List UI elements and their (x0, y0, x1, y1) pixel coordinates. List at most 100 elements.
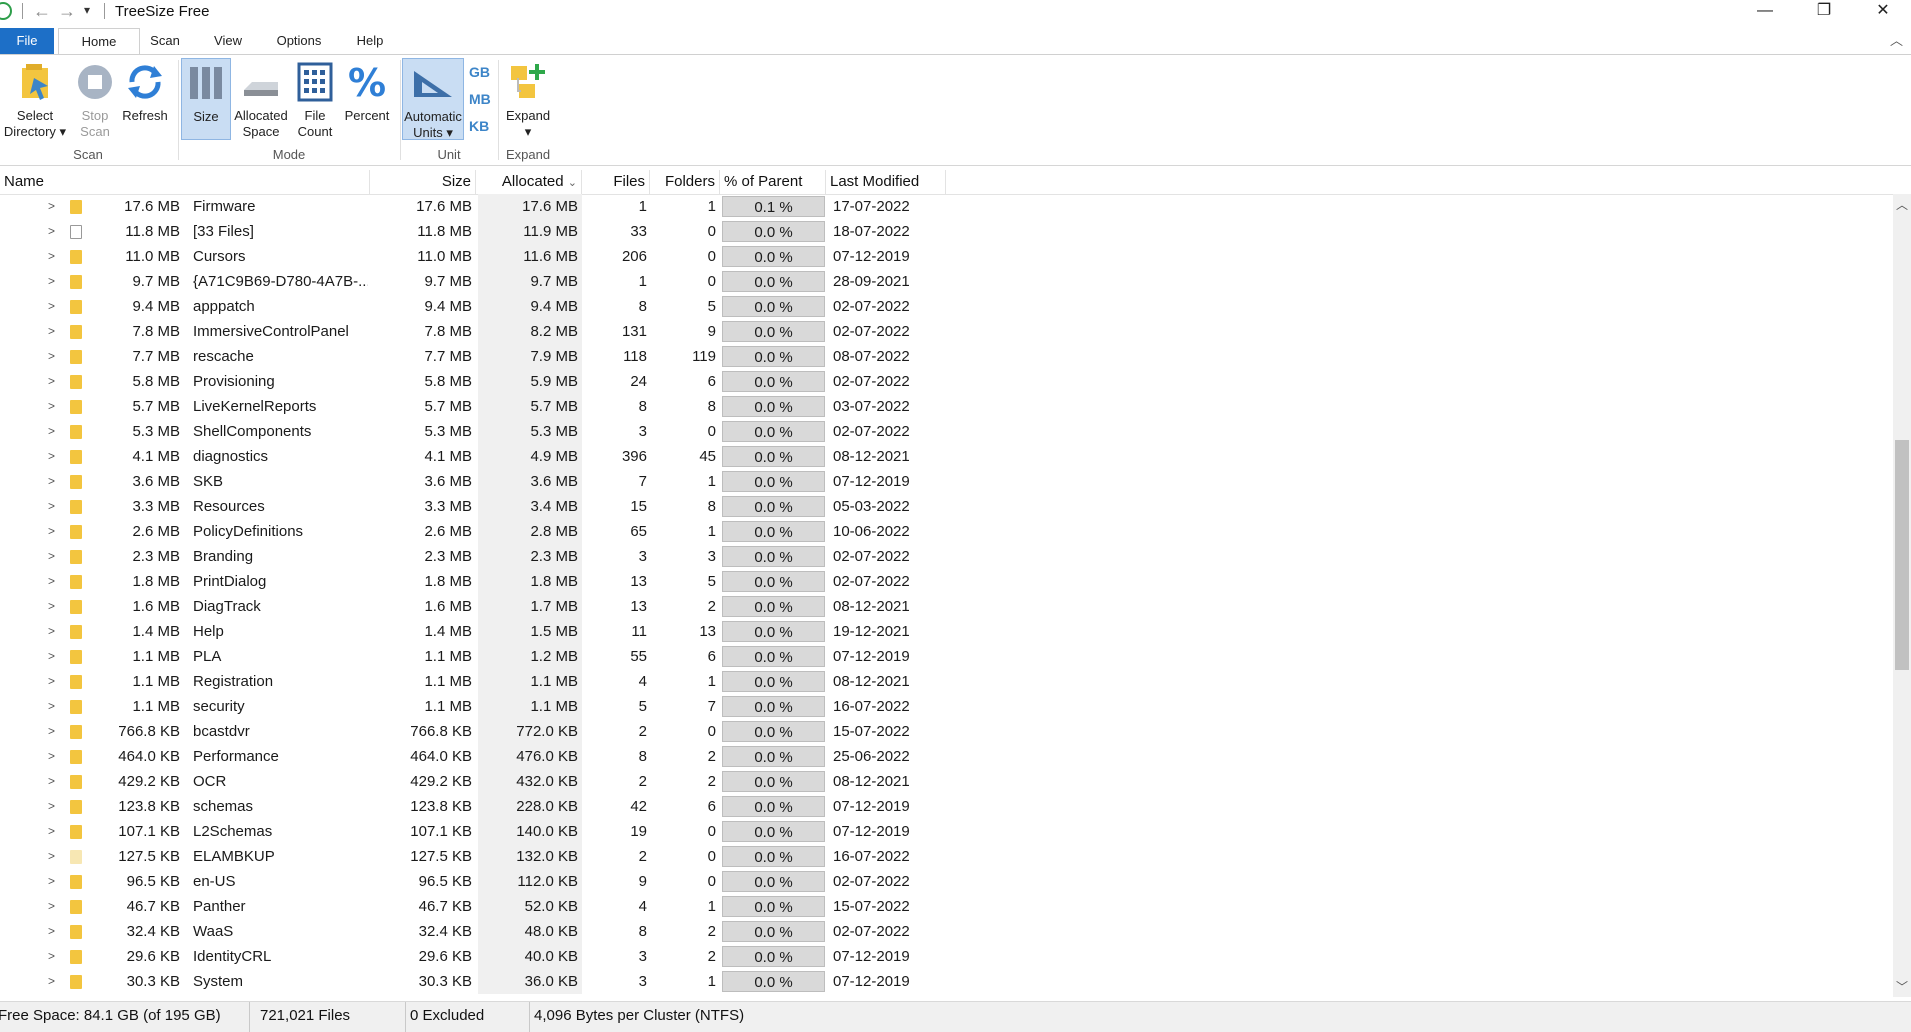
table-row[interactable]: >1.1 MB PLA 1.1 MB 1.2 MB 55 6 0.0 % 07-12-2019 (0, 644, 1890, 669)
column-header-files[interactable]: Files (582, 170, 650, 194)
expand-chevron-icon[interactable]: > (48, 419, 62, 444)
vertical-scrollbar[interactable]: ︿ ﹀ (1893, 194, 1911, 997)
table-row[interactable]: >5.8 MB Provisioning 5.8 MB 5.9 MB 24 6 0.0 % 0… (0, 369, 1890, 394)
table-row[interactable]: >3.6 MB SKB 3.6 MB 3.6 MB 7 1 0.0 % 07-12-2019 (0, 469, 1890, 494)
table-row[interactable]: >5.7 MB LiveKernelReports 5.7 MB 5.7 MB 8 8 0.… (0, 394, 1890, 419)
table-row[interactable]: >2.6 MB PolicyDefinitions 2.6 MB 2.8 MB 65 1 0… (0, 519, 1890, 544)
minimize-button[interactable]: — (1742, 0, 1788, 24)
menu-help[interactable]: Help (348, 28, 392, 54)
menu-options[interactable]: Options (268, 28, 330, 54)
table-row[interactable]: >3.3 MB Resources 3.3 MB 3.4 MB 15 8 0.0 % 05-0… (0, 494, 1890, 519)
table-row[interactable]: >9.4 MB apppatch 9.4 MB 9.4 MB 8 5 0.0 % 02-07-… (0, 294, 1890, 319)
table-row[interactable]: >107.1 KB L2Schemas 107.1 KB 140.0 KB 19 0 0.0… (0, 819, 1890, 844)
file-count-button[interactable]: File Count (292, 60, 338, 140)
expand-chevron-icon[interactable]: > (48, 719, 62, 744)
back-arrow-icon[interactable]: ← (33, 1, 51, 22)
menu-file[interactable]: File (0, 28, 54, 54)
table-row[interactable]: >1.4 MB Help 1.4 MB 1.5 MB 11 13 0.0 % 19-12-20… (0, 619, 1890, 644)
scroll-down-arrow-icon[interactable]: ﹀ (1896, 978, 1908, 995)
refresh-button[interactable]: Refresh (120, 60, 170, 124)
table-row[interactable]: >429.2 KB OCR 429.2 KB 432.0 KB 2 2 0.0 % 08-12… (0, 769, 1890, 794)
table-row[interactable]: >46.7 KB Panther 46.7 KB 52.0 KB 4 1 0.0 % 15-0… (0, 894, 1890, 919)
allocated-space-button[interactable]: Allocated Space (232, 60, 290, 140)
expand-chevron-icon[interactable]: > (48, 894, 62, 919)
close-button[interactable]: ✕ (1860, 0, 1906, 24)
expand-chevron-icon[interactable]: > (48, 569, 62, 594)
percent-button[interactable]: % Percent (340, 60, 394, 124)
forward-arrow-icon[interactable]: → (58, 1, 76, 22)
column-header-size[interactable]: Size (370, 170, 476, 194)
expand-chevron-icon[interactable]: > (48, 394, 62, 419)
table-row[interactable]: >2.3 MB Branding 2.3 MB 2.3 MB 3 3 0.0 % 02-07-… (0, 544, 1890, 569)
expand-chevron-icon[interactable]: > (48, 519, 62, 544)
table-row[interactable]: >1.1 MB security 1.1 MB 1.1 MB 5 7 0.0 % 16-07-… (0, 694, 1890, 719)
expand-chevron-icon[interactable]: > (48, 794, 62, 819)
expand-chevron-icon[interactable]: > (48, 369, 62, 394)
expand-chevron-icon[interactable]: > (48, 219, 62, 244)
ribbon-collapse-icon[interactable]: ︿ (1890, 30, 1903, 49)
expand-chevron-icon[interactable]: > (48, 194, 62, 219)
automatic-units-button[interactable]: Automatic Units ▾ (402, 58, 464, 140)
column-header-folders[interactable]: Folders (650, 170, 720, 194)
table-row[interactable]: >29.6 KB IdentityCRL 29.6 KB 40.0 KB 3 2 0.0 %… (0, 944, 1890, 969)
expand-chevron-icon[interactable]: > (48, 844, 62, 869)
table-row[interactable]: >1.1 MB Registration 1.1 MB 1.1 MB 4 1 0.0 % 08… (0, 669, 1890, 694)
stop-scan-button[interactable]: Stop Scan (72, 60, 118, 140)
expand-chevron-icon[interactable]: > (48, 444, 62, 469)
expand-chevron-icon[interactable]: > (48, 494, 62, 519)
expand-chevron-icon[interactable]: > (48, 669, 62, 694)
expand-chevron-icon[interactable]: > (48, 644, 62, 669)
select-directory-button[interactable]: Select Directory ▾ (2, 60, 68, 140)
quick-access-dropdown-icon[interactable]: ▾ (84, 3, 90, 17)
table-row[interactable]: >30.3 KB System 30.3 KB 36.0 KB 3 1 0.0 % 07-12… (0, 969, 1890, 994)
expand-chevron-icon[interactable]: > (48, 694, 62, 719)
expand-chevron-icon[interactable]: > (48, 919, 62, 944)
unit-gb-button[interactable]: GB (469, 64, 490, 80)
table-row[interactable]: >7.8 MB ImmersiveControlPanel 7.8 MB 8.2 MB… (0, 319, 1890, 344)
expand-chevron-icon[interactable]: > (48, 469, 62, 494)
expand-chevron-icon[interactable]: > (48, 819, 62, 844)
menu-scan[interactable]: Scan (142, 28, 188, 54)
expand-chevron-icon[interactable]: > (48, 769, 62, 794)
table-row[interactable]: >9.7 MB {A71C9B69-D780-4A7B-... 9.7 MB 9.7 … (0, 269, 1890, 294)
expand-chevron-icon[interactable]: > (48, 344, 62, 369)
expand-button[interactable]: Expand ▾ (502, 60, 554, 140)
table-row[interactable]: >1.6 MB DiagTrack 1.6 MB 1.7 MB 13 2 0.0 % 08-1… (0, 594, 1890, 619)
expand-chevron-icon[interactable]: > (48, 244, 62, 269)
expand-chevron-icon[interactable]: > (48, 294, 62, 319)
expand-chevron-icon[interactable]: > (48, 619, 62, 644)
table-row[interactable]: >1.8 MB PrintDialog 1.8 MB 1.8 MB 13 5 0.0 % 02… (0, 569, 1890, 594)
expand-chevron-icon[interactable]: > (48, 594, 62, 619)
table-row[interactable]: >11.8 MB [33 Files] 11.8 MB 11.9 MB 33 0 0.0 %… (0, 219, 1890, 244)
expand-chevron-icon[interactable]: > (48, 744, 62, 769)
column-header-name[interactable]: Name (0, 170, 370, 194)
size-mode-button[interactable]: Size (181, 58, 231, 140)
scroll-up-arrow-icon[interactable]: ︿ (1896, 196, 1908, 213)
table-row[interactable]: >123.8 KB schemas 123.8 KB 228.0 KB 42 6 0.0 %… (0, 794, 1890, 819)
table-row[interactable]: >5.3 MB ShellComponents 5.3 MB 5.3 MB 3 0 0.0 … (0, 419, 1890, 444)
table-row[interactable]: >11.0 MB Cursors 11.0 MB 11.6 MB 206 0 0.0 % 07… (0, 244, 1890, 269)
column-header-last-modified[interactable]: Last Modified (826, 170, 946, 194)
expand-dropdown-icon[interactable]: ▾ (502, 124, 554, 140)
expand-chevron-icon[interactable]: > (48, 869, 62, 894)
expand-chevron-icon[interactable]: > (48, 544, 62, 569)
table-row[interactable]: >32.4 KB WaaS 32.4 KB 48.0 KB 8 2 0.0 % 02-07-2… (0, 919, 1890, 944)
scrollbar-thumb[interactable] (1895, 440, 1909, 670)
expand-chevron-icon[interactable]: > (48, 319, 62, 344)
unit-mb-button[interactable]: MB (469, 91, 491, 107)
expand-chevron-icon[interactable]: > (48, 269, 62, 294)
table-row[interactable]: >127.5 KB ELAMBKUP 127.5 KB 132.0 KB 2 0 0.0 %… (0, 844, 1890, 869)
table-row[interactable]: >17.6 MB Firmware 17.6 MB 17.6 MB 1 1 0.1 % 17-… (0, 194, 1890, 219)
table-row[interactable]: >96.5 KB en-US 96.5 KB 112.0 KB 9 0 0.0 % 02-07… (0, 869, 1890, 894)
table-row[interactable]: >7.7 MB rescache 7.7 MB 7.9 MB 118 119 0.0 % 08… (0, 344, 1890, 369)
table-row[interactable]: >766.8 KB bcastdvr 766.8 KB 772.0 KB 2 0 0.0 %… (0, 719, 1890, 744)
menu-view[interactable]: View (204, 28, 252, 54)
restore-button[interactable]: ❐ (1801, 0, 1847, 24)
expand-chevron-icon[interactable]: > (48, 969, 62, 994)
expand-chevron-icon[interactable]: > (48, 944, 62, 969)
menu-home[interactable]: Home (58, 28, 140, 55)
unit-kb-button[interactable]: KB (469, 118, 489, 134)
column-header-percent[interactable]: % of Parent (... (720, 170, 826, 214)
table-row[interactable]: >464.0 KB Performance 464.0 KB 476.0 KB 8 2 0.… (0, 744, 1890, 769)
column-header-allocated[interactable]: Allocated ⌄ (476, 170, 582, 194)
